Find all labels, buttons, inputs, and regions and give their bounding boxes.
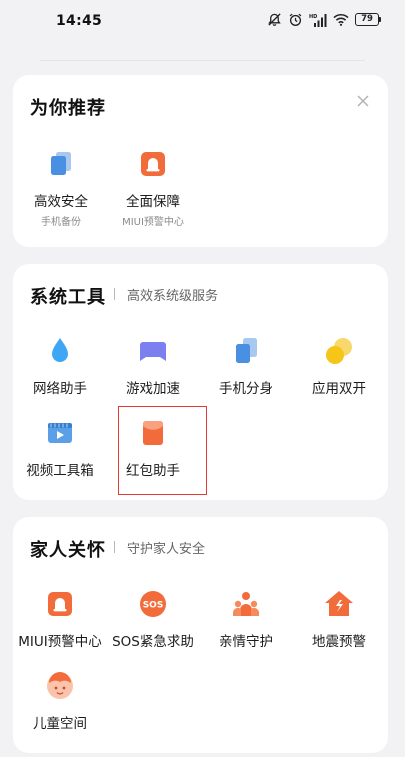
tool-network-assistant[interactable]: 网络助手 xyxy=(14,335,106,397)
phone-backup-icon xyxy=(45,148,77,180)
tool-label: 游戏加速 xyxy=(126,381,180,397)
tool-game-boost[interactable]: 游戏加速 xyxy=(107,335,199,397)
tool-label: 应用双开 xyxy=(312,381,366,397)
family-guard[interactable]: 亲情守护 xyxy=(200,588,292,650)
tool-label: 手机分身 xyxy=(219,381,273,397)
family-sos[interactable]: SOS SOS紧急求助 xyxy=(107,588,199,650)
tool-label: 网络助手 xyxy=(33,381,87,397)
recommend-card: 为你推荐 高效安全 手机备份 全面保障 MIUI预警中心 xyxy=(13,75,388,247)
recommend-item-label: 高效安全 xyxy=(34,194,88,210)
kid-space-icon xyxy=(44,670,76,702)
family-alert-center[interactable]: MIUI预警中心 xyxy=(14,588,106,650)
family-label: 亲情守护 xyxy=(219,634,273,650)
phone-clone-icon xyxy=(230,335,262,367)
family-card: 家人关怀 守护家人安全 MIUI预警中心 SOS SOS紧急求助 亲情守护 地震… xyxy=(13,517,388,753)
alert-center-icon xyxy=(137,148,169,180)
recommend-item-sublabel: 手机备份 xyxy=(41,217,81,228)
recommend-item-phone-backup[interactable]: 高效安全 手机备份 xyxy=(15,148,107,228)
recommend-item-alert-center[interactable]: 全面保障 MIUI预警中心 xyxy=(107,148,199,228)
tool-video-toolbox[interactable]: 视频工具箱 xyxy=(14,417,106,479)
earthquake-house-icon xyxy=(323,588,355,620)
battery-level: 79 xyxy=(355,13,379,26)
tool-phone-clone[interactable]: 手机分身 xyxy=(200,335,292,397)
svg-text:HD: HD xyxy=(309,14,317,20)
family-label: 儿童空间 xyxy=(33,716,87,732)
dual-app-icon xyxy=(323,335,355,367)
tools-title: 系统工具 xyxy=(30,287,106,308)
battery-icon: 79 xyxy=(355,13,381,26)
title-divider xyxy=(114,288,115,300)
family-subtitle: 守护家人安全 xyxy=(127,542,206,557)
title-divider xyxy=(114,541,115,553)
family-label: SOS紧急求助 xyxy=(112,634,194,650)
selection-highlight xyxy=(118,406,207,495)
tools-subtitle: 高效系统级服务 xyxy=(127,289,219,304)
status-time: 14:45 xyxy=(56,13,103,29)
family-earthquake[interactable]: 地震预警 xyxy=(293,588,385,650)
recommend-item-label: 全面保障 xyxy=(126,194,180,210)
alarm-clock-icon xyxy=(288,12,303,27)
family-guard-icon xyxy=(230,588,262,620)
status-icons: HD 79 xyxy=(267,12,381,27)
family-title: 家人关怀 xyxy=(30,540,106,561)
no-alarm-icon xyxy=(267,12,282,27)
status-bar: 14:45 HD 79 xyxy=(0,0,405,44)
hd-signal-icon: HD xyxy=(309,13,327,27)
family-label: MIUI预警中心 xyxy=(18,634,102,650)
close-icon[interactable] xyxy=(356,93,370,107)
sos-icon: SOS xyxy=(137,588,169,620)
water-drop-icon xyxy=(44,335,76,367)
family-label: 地震预警 xyxy=(312,634,366,650)
tool-dual-apps[interactable]: 应用双开 xyxy=(293,335,385,397)
recommend-item-sublabel: MIUI预警中心 xyxy=(122,217,184,228)
recommend-title: 为你推荐 xyxy=(30,98,106,119)
game-controller-icon xyxy=(137,335,169,367)
tool-label: 视频工具箱 xyxy=(26,463,94,479)
sos-badge-text: SOS xyxy=(143,601,164,611)
wifi-icon xyxy=(333,13,349,26)
family-kid-space[interactable]: 儿童空间 xyxy=(14,670,106,732)
video-toolbox-icon xyxy=(44,417,76,449)
alert-center-icon xyxy=(44,588,76,620)
top-divider xyxy=(40,60,365,61)
